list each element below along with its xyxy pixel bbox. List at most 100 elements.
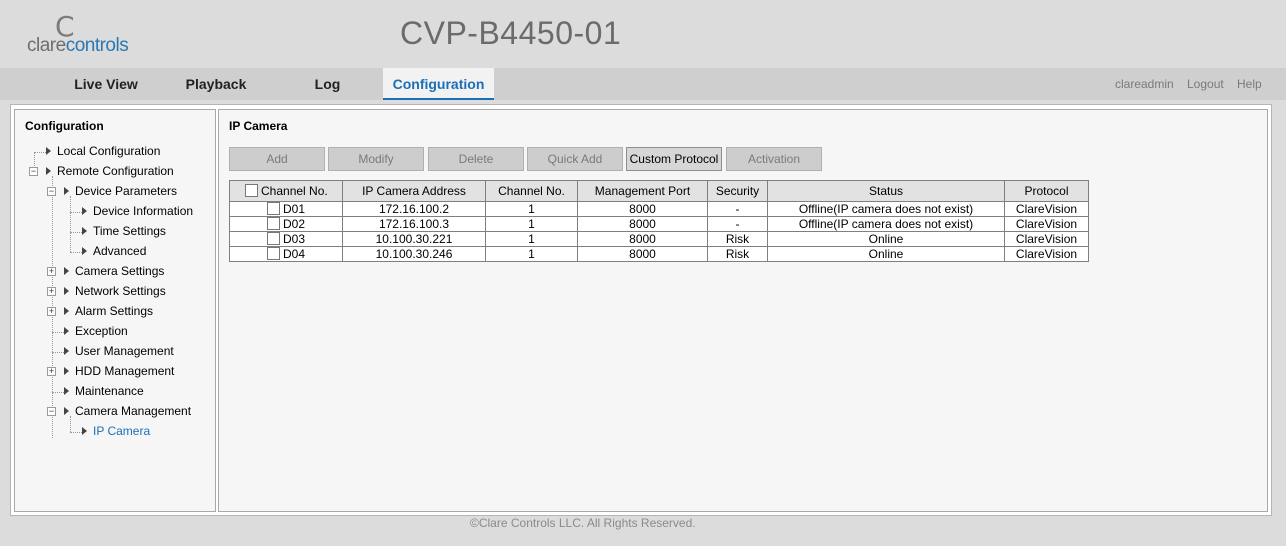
cell-security: - <box>707 216 768 232</box>
tree-line <box>70 432 82 433</box>
sidebar-item-time-settings[interactable]: Time Settings <box>82 222 166 240</box>
sidebar-item-advanced[interactable]: Advanced <box>82 242 146 260</box>
sidebar-item-maintenance[interactable]: Maintenance <box>64 382 144 400</box>
sidebar-item-label: Time Settings <box>93 224 166 238</box>
row-checkbox[interactable] <box>266 202 280 215</box>
help-link[interactable]: Help <box>1237 77 1262 91</box>
cell-protocol: ClareVision <box>1004 216 1089 232</box>
table-row[interactable]: D03 10.100.30.221 1 8000 Risk Online Cla… <box>229 231 1089 247</box>
collapse-remote-configuration-icon[interactable]: − <box>29 167 38 176</box>
tree-line <box>70 232 82 233</box>
collapse-device-parameters-icon[interactable]: − <box>47 187 56 196</box>
row-checkbox[interactable] <box>266 232 280 245</box>
cell-channel-text: D02 <box>282 217 305 231</box>
expand-alarm-settings-icon[interactable]: + <box>47 307 56 316</box>
tab-playback[interactable]: Playback <box>172 68 260 100</box>
delete-button[interactable]: Delete <box>428 147 524 171</box>
column-header-ip-address: IP Camera Address <box>342 180 486 202</box>
tab-live-view[interactable]: Live View <box>60 68 152 100</box>
add-button[interactable]: Add <box>229 147 325 171</box>
arrow-right-icon <box>64 367 69 375</box>
row-checkbox[interactable] <box>266 217 280 230</box>
tree-line <box>52 332 64 333</box>
sidebar-item-label: Advanced <box>93 244 147 258</box>
sidebar-item-local-configuration[interactable]: Local Configuration <box>46 142 160 160</box>
collapse-camera-management-icon[interactable]: − <box>47 407 56 416</box>
config-sidebar: Configuration − − + + + + − Local Config… <box>14 109 216 512</box>
cell-channel-no: 1 <box>485 201 578 217</box>
logout-link[interactable]: Logout <box>1187 77 1224 91</box>
table-row[interactable]: D01 172.16.100.2 1 8000 - Offline(IP cam… <box>229 201 1089 217</box>
tree-line <box>52 352 64 353</box>
arrow-right-icon <box>46 147 51 155</box>
sidebar-item-label: Device Information <box>93 204 194 218</box>
sidebar-item-device-information[interactable]: Device Information <box>82 202 193 220</box>
sidebar-item-device-parameters[interactable]: Device Parameters <box>64 182 177 200</box>
tree-line <box>70 212 82 213</box>
tree-line <box>70 252 82 253</box>
table-row[interactable]: D04 10.100.30.246 1 8000 Risk Online Cla… <box>229 246 1089 262</box>
arrow-right-icon <box>46 167 51 175</box>
modify-button[interactable]: Modify <box>328 147 424 171</box>
sidebar-item-ip-camera[interactable]: IP Camera <box>82 422 150 440</box>
sidebar-item-label: Remote Configuration <box>57 164 174 178</box>
custom-protocol-button[interactable]: Custom Protocol <box>626 147 722 171</box>
cell-channel: D01 <box>229 201 343 217</box>
tree-line <box>70 196 71 252</box>
arrow-right-icon <box>64 307 69 315</box>
arrow-right-icon <box>82 227 87 235</box>
clare-controls-logo: C clarecontrols <box>27 13 147 57</box>
column-header-management-port: Management Port <box>577 180 708 202</box>
logo-clare-text: clare <box>27 35 66 56</box>
sidebar-item-camera-management[interactable]: Camera Management <box>64 402 191 420</box>
expand-camera-settings-icon[interactable]: + <box>47 267 56 276</box>
cell-management-port: 8000 <box>577 216 708 232</box>
sidebar-item-label: User Management <box>75 344 174 358</box>
tab-log[interactable]: Log <box>300 68 355 100</box>
expand-hdd-management-icon[interactable]: + <box>47 367 56 376</box>
cell-ip-address: 172.16.100.2 <box>342 201 486 217</box>
sidebar-item-network-settings[interactable]: Network Settings <box>64 282 166 300</box>
cell-channel-no: 1 <box>485 246 578 262</box>
sidebar-item-label: IP Camera <box>93 424 151 438</box>
cell-management-port: 8000 <box>577 231 708 247</box>
cell-channel-text: D03 <box>282 232 305 246</box>
sidebar-item-label: Alarm Settings <box>75 304 154 318</box>
cell-channel: D04 <box>229 246 343 262</box>
sidebar-item-label: Local Configuration <box>57 144 161 158</box>
cell-security: Risk <box>707 246 768 262</box>
arrow-right-icon <box>82 427 87 435</box>
cell-channel-text: D01 <box>282 202 305 216</box>
column-header-status: Status <box>767 180 1005 202</box>
cell-channel-no: 1 <box>485 231 578 247</box>
cell-management-port: 8000 <box>577 201 708 217</box>
sidebar-item-camera-settings[interactable]: Camera Settings <box>64 262 164 280</box>
table-header-row: Channel No. IP Camera Address Channel No… <box>229 180 1089 202</box>
activation-button[interactable]: Activation <box>726 147 822 171</box>
cell-ip-address: 10.100.30.221 <box>342 231 486 247</box>
cell-protocol: ClareVision <box>1004 246 1089 262</box>
sidebar-item-exception[interactable]: Exception <box>64 322 128 340</box>
arrow-right-icon <box>82 247 87 255</box>
arrow-right-icon <box>64 387 69 395</box>
cell-status: Online <box>767 246 1005 262</box>
tree-line <box>34 152 46 153</box>
logo-wordmark: clarecontrols <box>27 35 129 56</box>
sidebar-item-remote-configuration[interactable]: Remote Configuration <box>46 162 174 180</box>
sidebar-item-user-management[interactable]: User Management <box>64 342 174 360</box>
quick-add-button[interactable]: Quick Add <box>527 147 623 171</box>
select-all-checkbox[interactable] <box>245 184 258 197</box>
expand-network-settings-icon[interactable]: + <box>47 287 56 296</box>
row-checkbox[interactable] <box>266 247 280 260</box>
sidebar-item-alarm-settings[interactable]: Alarm Settings <box>64 302 153 320</box>
cell-channel-no: 1 <box>485 216 578 232</box>
username-link[interactable]: clareadmin <box>1115 77 1174 91</box>
sidebar-title: Configuration <box>25 119 104 133</box>
tree-line <box>52 392 64 393</box>
tab-configuration[interactable]: Configuration <box>383 68 494 100</box>
content-panel: IP Camera Add Modify Delete Quick Add Cu… <box>218 109 1268 512</box>
header: C clarecontrols CVP-B4450-01 <box>0 0 1286 68</box>
table-row[interactable]: D02 172.16.100.3 1 8000 - Offline(IP cam… <box>229 216 1089 232</box>
arrow-right-icon <box>64 407 69 415</box>
sidebar-item-hdd-management[interactable]: HDD Management <box>64 362 174 380</box>
